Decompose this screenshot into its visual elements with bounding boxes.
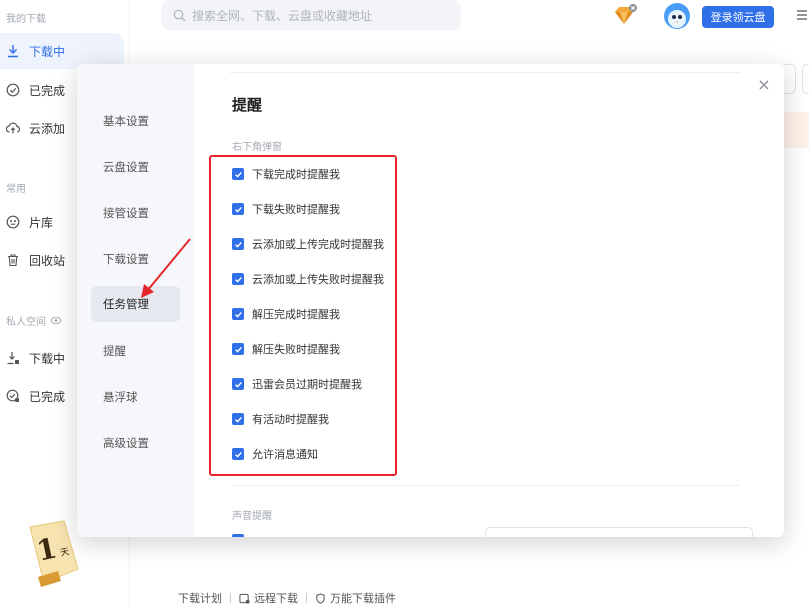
eye-icon[interactable]: [50, 316, 62, 325]
notice-strip: [784, 112, 809, 148]
sound-select[interactable]: [485, 527, 753, 537]
shield-plugin-icon: [316, 592, 325, 604]
download-plan-link[interactable]: 下载计划: [178, 590, 222, 606]
sidebar-item-label: 回收站: [29, 253, 66, 268]
settings-dialog: 基本设置 云盘设置 接管设置 下载设置 任务管理 提醒 悬浮球 高级设置 提醒 …: [77, 64, 784, 537]
cloud-upload-icon: [6, 121, 20, 135]
nav-advanced-settings[interactable]: 高级设置: [91, 425, 180, 461]
divider: [230, 593, 231, 603]
remote-download-icon: [239, 593, 250, 604]
settings-nav: 基本设置 云盘设置 接管设置 下载设置 任务管理 提醒 悬浮球 高级设置: [77, 64, 194, 537]
check-lock-icon: [6, 389, 20, 403]
trash-icon: [6, 253, 20, 267]
popup-subheading: 右下角弹窗: [232, 142, 282, 153]
hamburger-menu-icon[interactable]: [797, 9, 807, 21]
search-icon: [173, 9, 186, 21]
section-title: 提醒: [232, 96, 263, 114]
film-reel-icon: [6, 215, 20, 229]
search-input[interactable]: 搜索全网、下载、云盘或收藏地址: [161, 0, 461, 30]
search-placeholder: 搜索全网、下载、云盘或收藏地址: [192, 8, 373, 23]
diamond-vip-icon[interactable]: [612, 4, 638, 28]
nav-basic-settings[interactable]: 基本设置: [91, 103, 180, 139]
bottom-toolbar: 下载计划 远程下载 万能下载插件: [178, 590, 396, 606]
divider: [230, 72, 740, 73]
remote-download-label: 远程下载: [254, 592, 298, 605]
sidebar-item-label: 片库: [29, 215, 54, 230]
red-highlight-box: [209, 155, 397, 476]
login-button[interactable]: 登录领云盘: [702, 6, 774, 28]
section-my-downloads: 我的下载: [6, 14, 46, 25]
checkbox-partial[interactable]: [232, 534, 244, 537]
download-plan-label: 下载计划: [178, 592, 222, 605]
sidebar-item-label: 已完成: [29, 83, 66, 98]
sidebar-item-label: 已完成: [29, 389, 66, 404]
download-lock-icon: [6, 351, 20, 365]
remote-download-link[interactable]: 远程下载: [239, 590, 298, 606]
nav-cloud-settings[interactable]: 云盘设置: [91, 149, 180, 185]
toolbar-box: [784, 64, 796, 94]
sidebar-item-label: 下载中: [29, 351, 66, 366]
sidebar-item-label: 下载中: [29, 44, 66, 59]
close-button[interactable]: ×: [756, 77, 772, 93]
toolbar-box: [802, 64, 809, 94]
sound-subheading: 声音提醒: [232, 511, 272, 522]
divider: [232, 485, 740, 486]
sidebar-item-label: 云添加: [29, 121, 66, 136]
avatar[interactable]: [664, 3, 690, 29]
vip-trial-badge[interactable]: 1 天: [22, 519, 82, 587]
section-private-label: 私人空间: [6, 317, 46, 328]
nav-floating-ball[interactable]: 悬浮球: [91, 379, 180, 415]
nav-takeover-settings[interactable]: 接管设置: [91, 195, 180, 231]
download-icon: [6, 44, 20, 58]
divider: [306, 593, 307, 603]
nav-reminder[interactable]: 提醒: [91, 333, 180, 369]
section-common: 常用: [6, 184, 26, 195]
red-arrow-annotation: [141, 238, 191, 298]
check-circle-icon: [6, 83, 20, 97]
plugin-link[interactable]: 万能下载插件: [315, 590, 396, 606]
plugin-label: 万能下载插件: [330, 592, 396, 605]
section-private-space: 私人空间: [6, 313, 62, 328]
